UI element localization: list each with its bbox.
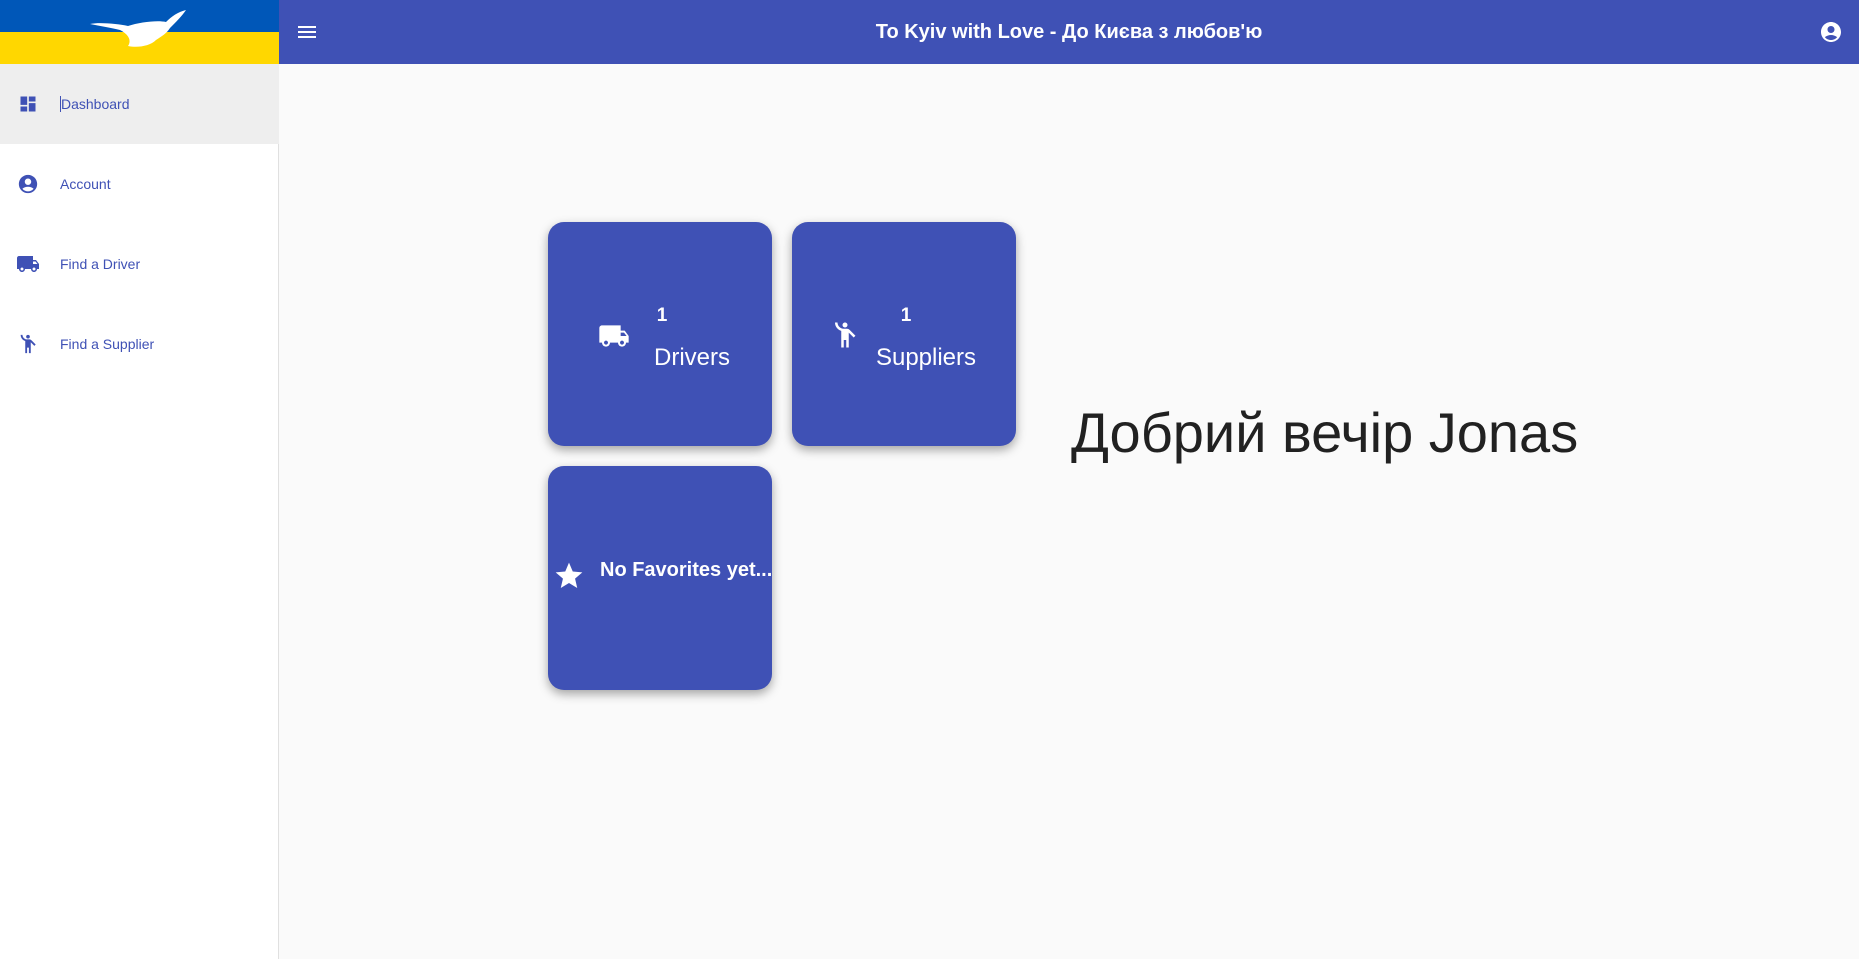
drivers-label: Drivers [654, 344, 730, 371]
dove-icon [90, 10, 186, 47]
suppliers-tile[interactable]: 1 Suppliers [792, 222, 1016, 446]
dashboard-icon [16, 92, 40, 116]
sidebar-item-label: Account [60, 176, 111, 192]
account-circle-icon[interactable] [1819, 20, 1843, 44]
sidebar-item-account[interactable]: Account [0, 144, 279, 224]
star-icon [553, 560, 585, 597]
app-title: To Kyiv with Love - До Києва з любов'ю [875, 21, 1263, 43]
favorites-tile[interactable]: No Favorites yet... [548, 466, 772, 690]
drivers-count: 1 [656, 305, 668, 326]
person-hailing-icon [16, 332, 40, 356]
account-circle-icon [16, 172, 40, 196]
sidebar-item-label: Find a Driver [60, 256, 141, 272]
suppliers-count: 1 [900, 305, 912, 326]
favorites-empty-text: No Favorites yet... [600, 559, 773, 581]
truck-icon [16, 252, 40, 276]
sidebar-item-label: Dashboard [60, 96, 130, 112]
sidebar-item-label: Find a Supplier [60, 336, 155, 352]
app-logo [0, 0, 279, 64]
greeting-heading: Добрий вечір Jonas [1071, 401, 1579, 464]
sidebar: Dashboard Account Find a Driver Find a S… [0, 0, 279, 959]
truck-icon [598, 320, 630, 357]
sidebar-item-find-supplier[interactable]: Find a Supplier [0, 304, 279, 384]
sidebar-nav: Dashboard Account Find a Driver Find a S… [0, 64, 279, 384]
person-hailing-icon [830, 318, 860, 357]
drivers-tile[interactable]: 1 Drivers [548, 222, 772, 446]
sidebar-item-find-driver[interactable]: Find a Driver [0, 224, 279, 304]
top-app-bar: To Kyiv with Love - До Києва з любов'ю [279, 0, 1859, 64]
sidebar-item-dashboard[interactable]: Dashboard [0, 64, 279, 144]
suppliers-label: Suppliers [875, 344, 977, 371]
